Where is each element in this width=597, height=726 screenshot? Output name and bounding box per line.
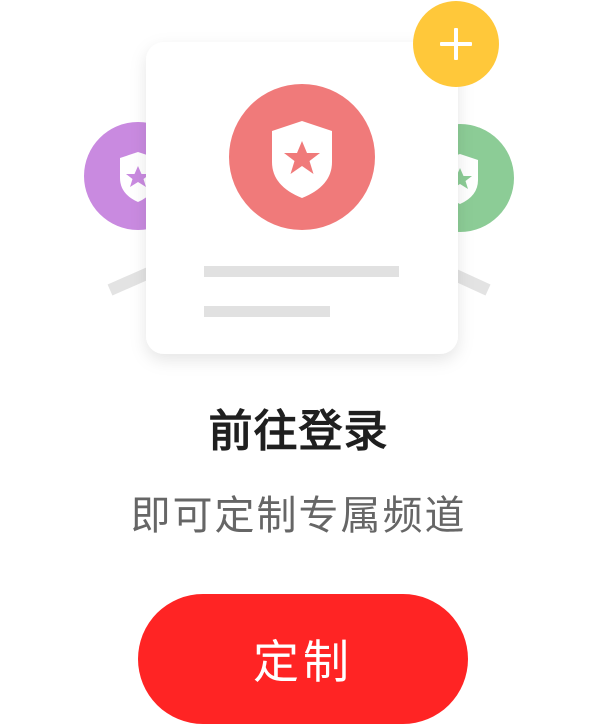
login-prompt-screen: 前往登录 即可定制专属频道 定制 <box>0 0 597 726</box>
page-subtitle: 即可定制专属频道 <box>130 493 467 539</box>
card-text-line-short <box>204 306 330 317</box>
customize-button[interactable]: 定制 <box>138 594 468 724</box>
add-badge <box>413 1 499 87</box>
main-channel-card <box>146 42 458 354</box>
channel-illustration <box>84 1 514 354</box>
card-text-line-long <box>204 266 399 277</box>
card-shield-icon <box>229 84 375 230</box>
page-title: 前往登录 <box>208 406 389 457</box>
